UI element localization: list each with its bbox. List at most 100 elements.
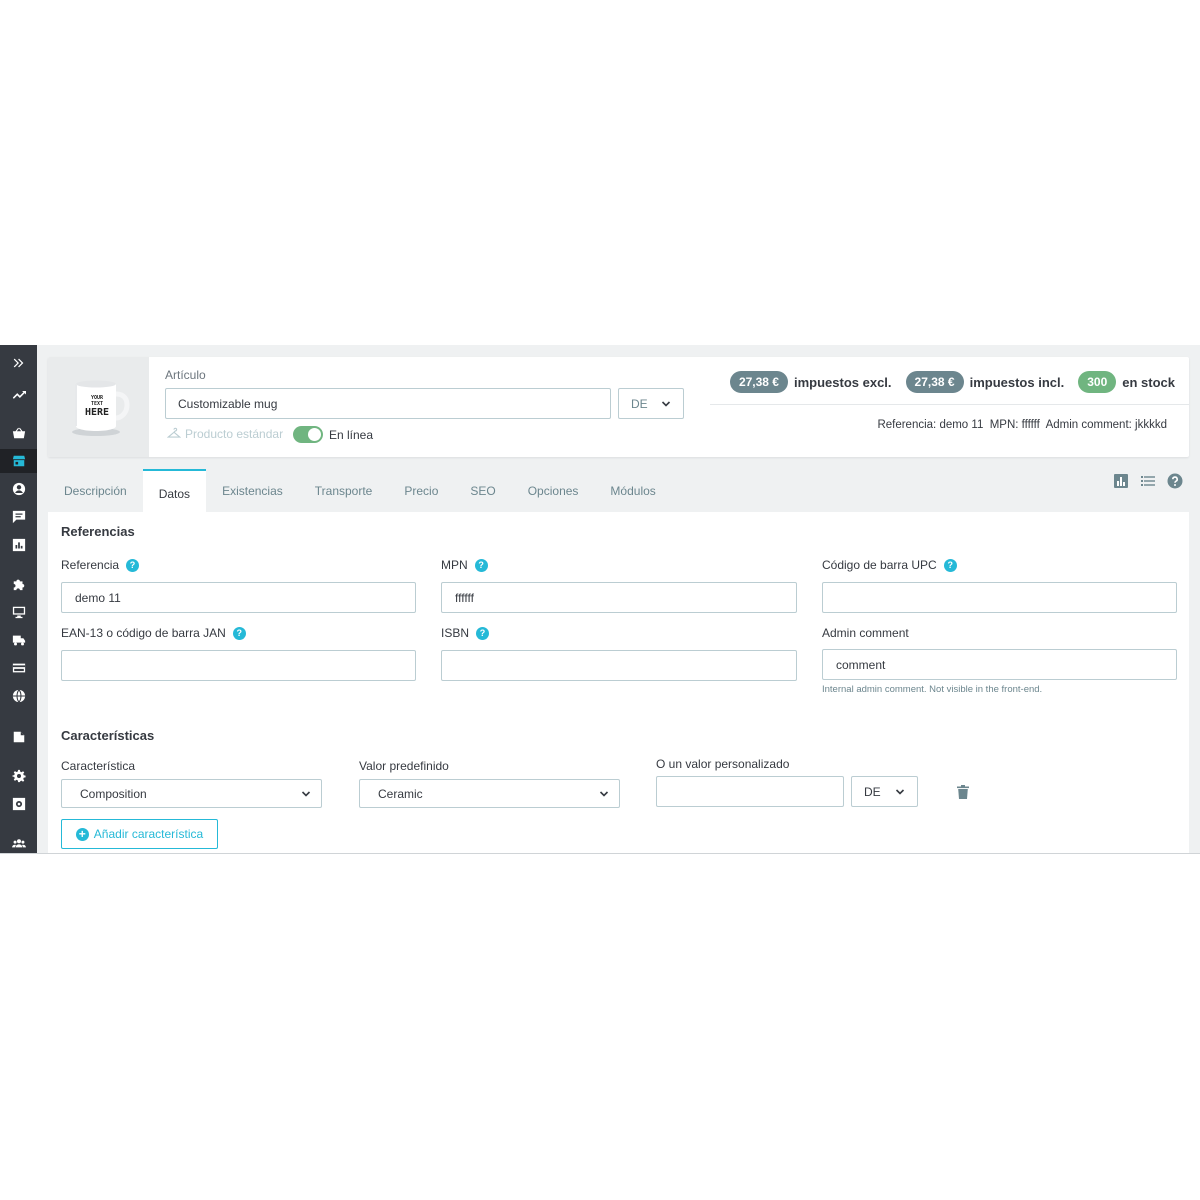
- name-language-select[interactable]: DE: [618, 388, 684, 419]
- help-icon[interactable]: ?: [126, 558, 140, 572]
- delete-feature-button[interactable]: [957, 785, 969, 801]
- sidebar-item-payment[interactable]: [0, 656, 37, 680]
- sidebar-item-catalog[interactable]: [0, 449, 37, 473]
- sidebar-item-parameters[interactable]: [0, 764, 37, 788]
- custom-value-input[interactable]: [656, 776, 844, 807]
- sidebar-item-team[interactable]: [0, 831, 37, 853]
- list-icon[interactable]: [1140, 473, 1156, 489]
- predefined-select-value: Ceramic: [378, 786, 423, 801]
- price-incl-label: impuestos incl.: [969, 374, 1065, 390]
- custom-value-language-select[interactable]: DE: [851, 776, 918, 807]
- reference-label: Referencia ?: [61, 558, 140, 572]
- article-label: Artículo: [165, 368, 206, 382]
- chevron-down-icon: [301, 790, 311, 797]
- sidebar-item-design[interactable]: [0, 600, 37, 624]
- feature-label: Característica: [61, 759, 136, 773]
- product-name-input[interactable]: [165, 388, 611, 419]
- tab-descripcion[interactable]: Descripción: [48, 469, 143, 512]
- tab-existencias[interactable]: Existencias: [206, 469, 299, 512]
- bar-chart-icon[interactable]: [1113, 473, 1129, 489]
- price-summary: 27,38 € impuestos excl. 27,38 € impuesto…: [729, 371, 1175, 393]
- stats-trend-icon: [12, 390, 26, 399]
- sidebar-item-modules[interactable]: [0, 572, 37, 596]
- help-icon[interactable]: ?: [474, 558, 488, 572]
- truck-icon: [12, 635, 25, 646]
- admin-comment-input[interactable]: [822, 649, 1177, 680]
- product-header: YOUR TEXT HERE Artículo DE Producto está…: [48, 357, 1189, 457]
- online-toggle[interactable]: [293, 426, 323, 443]
- upc-label-text: Código de barra UPC: [822, 558, 937, 572]
- custom-value-label: O un valor personalizado: [656, 757, 790, 771]
- mpn-label-text: MPN: [441, 558, 468, 572]
- expand-icon: [13, 358, 23, 368]
- sidebar-item-statistics[interactable]: [0, 533, 37, 557]
- mpn-input[interactable]: [441, 582, 797, 613]
- tab-precio[interactable]: Precio: [388, 469, 454, 512]
- add-feature-button[interactable]: + Añadir característica: [61, 819, 218, 849]
- tab-opciones[interactable]: Opciones: [512, 469, 595, 512]
- product-editor: YOUR TEXT HERE Artículo DE Producto está…: [0, 345, 1200, 854]
- settings-box-icon: [12, 797, 25, 811]
- upc-input[interactable]: [822, 582, 1177, 613]
- bar-chart-icon: [12, 538, 25, 552]
- predefined-value-select[interactable]: Ceramic: [359, 779, 620, 808]
- chevron-down-icon: [599, 790, 609, 797]
- language-code: DE: [864, 784, 881, 799]
- sidebar-item-messages[interactable]: [0, 505, 37, 529]
- isbn-input[interactable]: [441, 650, 797, 681]
- product-type-selector[interactable]: Producto estándar: [167, 427, 283, 441]
- header-divider: [710, 404, 1189, 405]
- help-icon[interactable]: [1167, 473, 1183, 489]
- product-thumbnail[interactable]: YOUR TEXT HERE: [48, 357, 149, 457]
- gear-icon: [11, 769, 26, 783]
- ean-label-text: EAN-13 o código de barra JAN: [61, 626, 226, 640]
- monitor-icon: [12, 606, 25, 619]
- sidebar-expand-button[interactable]: [0, 351, 37, 375]
- ean-label: EAN-13 o código de barra JAN ?: [61, 626, 246, 640]
- language-code: DE: [631, 396, 648, 411]
- predefined-value-label: Valor predefinido: [359, 759, 449, 773]
- mpn-label: MPN ?: [441, 558, 488, 572]
- help-icon[interactable]: ?: [943, 558, 957, 572]
- sidebar-item-pages[interactable]: [0, 725, 37, 749]
- tab-datos[interactable]: Datos: [142, 469, 207, 512]
- price-incl-badge: 27,38 €: [905, 371, 964, 393]
- tab-transporte[interactable]: Transporte: [299, 469, 389, 512]
- references-title: Referencias: [61, 524, 135, 539]
- puzzle-icon: [13, 579, 24, 591]
- admin-comment-label-text: Admin comment: [822, 626, 909, 640]
- feature-select[interactable]: Composition: [61, 779, 322, 808]
- sidebar: [0, 345, 37, 853]
- tab-seo[interactable]: SEO: [454, 469, 511, 512]
- isbn-label-text: ISBN: [441, 626, 470, 640]
- user-icon: [12, 482, 25, 496]
- price-excl-label: impuestos excl.: [793, 374, 892, 390]
- sidebar-item-advanced[interactable]: [0, 792, 37, 816]
- reference-input[interactable]: [61, 582, 416, 613]
- sidebar-item-international[interactable]: [0, 684, 37, 708]
- help-icon[interactable]: ?: [476, 626, 490, 640]
- sidebar-item-shipping[interactable]: [0, 628, 37, 652]
- hanger-icon: [167, 427, 181, 438]
- mug-print: YOUR TEXT HERE: [84, 395, 110, 418]
- sidebar-item-customers[interactable]: [0, 477, 37, 501]
- plus-circle-icon: +: [75, 827, 89, 841]
- stock-badge: 300: [1078, 371, 1117, 393]
- sidebar-item-orders[interactable]: [0, 421, 37, 445]
- help-icon[interactable]: ?: [232, 626, 246, 640]
- tab-modulos[interactable]: Módulos: [594, 469, 671, 512]
- chevron-down-icon: [661, 400, 671, 407]
- store-icon: [12, 455, 25, 467]
- ean-input[interactable]: [61, 650, 416, 681]
- data-tab-panel: Referencias Referencia ? MPN ? Código de…: [48, 512, 1189, 853]
- stock-label: en stock: [1122, 374, 1175, 390]
- basket-icon: [12, 427, 25, 439]
- credit-card-icon: [12, 663, 25, 673]
- document-icon: [13, 731, 24, 743]
- product-tabs: Descripción Datos Existencias Transporte…: [48, 469, 672, 512]
- chevron-down-icon: [895, 788, 905, 795]
- isbn-label: ISBN ?: [441, 626, 490, 640]
- product-type-label: Producto estándar: [185, 427, 284, 441]
- sidebar-item-stats[interactable]: [0, 382, 37, 406]
- references-summary: Referencia: demo 11 MPN: ffffff Admin co…: [877, 419, 1167, 431]
